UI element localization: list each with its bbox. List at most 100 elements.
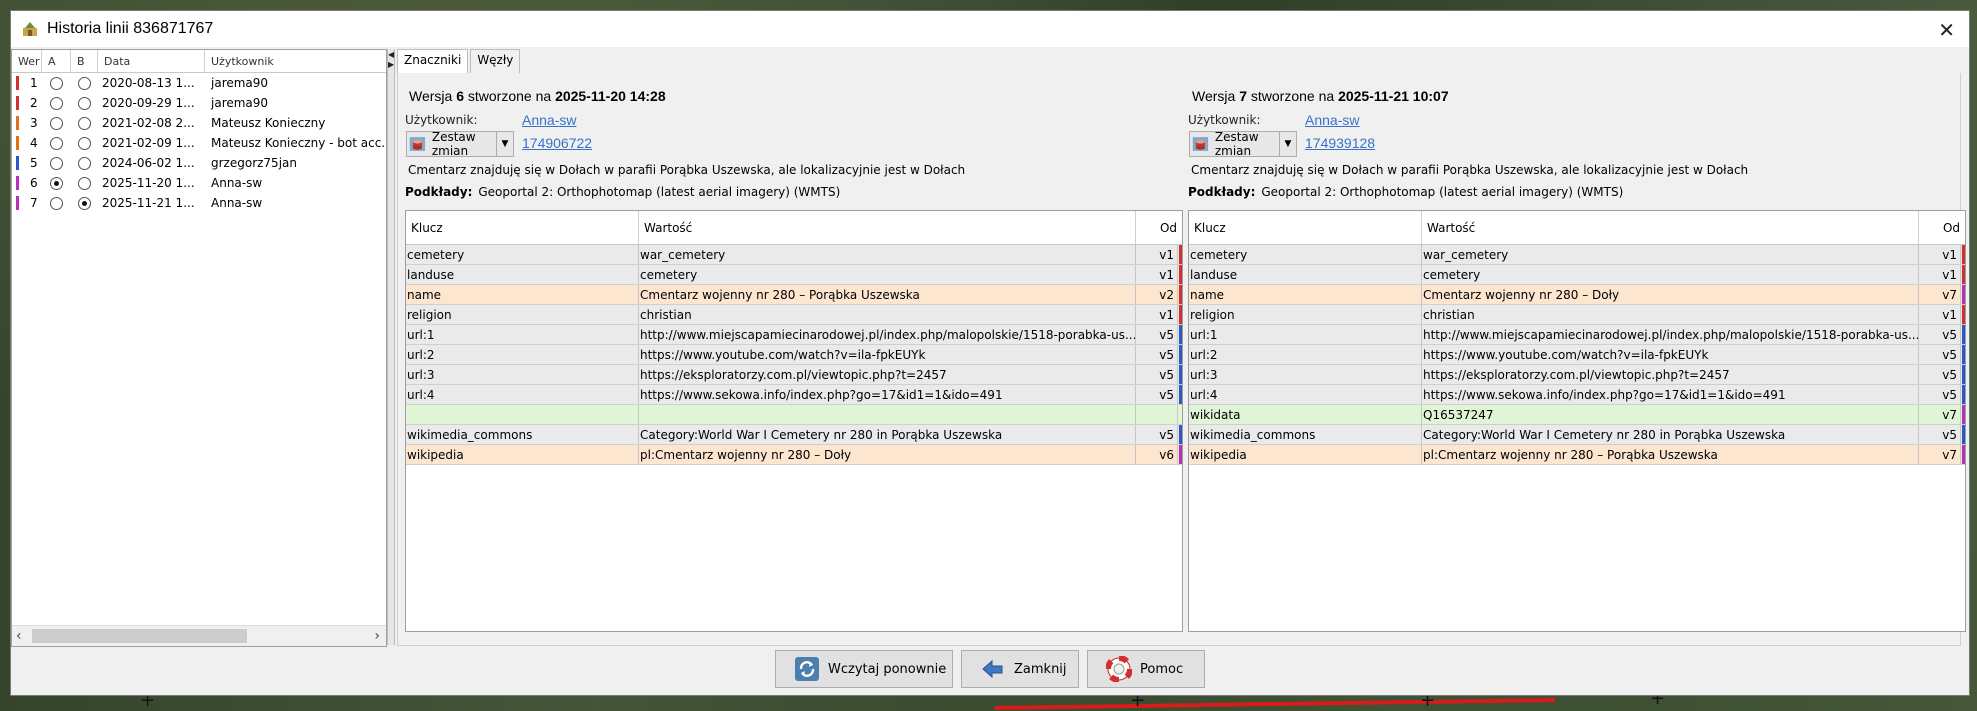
user-link[interactable]: Anna-sw	[1305, 112, 1359, 128]
scrollbar-thumb[interactable]	[32, 629, 247, 643]
history-row[interactable]: 2 2020-09-29 1... jarema90	[12, 93, 386, 113]
select-b-radio[interactable]	[78, 136, 91, 150]
tag-row[interactable]: wikipedia pl:Cmentarz wojenny nr 280 – Po…	[1189, 445, 1965, 465]
select-a-radio[interactable]	[50, 116, 63, 130]
history-row[interactable]: 7 2025-11-21 1... Anna-sw	[12, 193, 386, 213]
tag-value: Category:World War I Cemetery nr 280 in …	[639, 425, 1136, 444]
tag-row[interactable]: cemetery war_cemetery v1	[406, 245, 1182, 265]
imagery-info: Podkłady: Geoportal 2: Orthophotomap (lat…	[405, 185, 840, 199]
tag-key: landuse	[406, 265, 639, 284]
col-header-key[interactable]: Klucz	[406, 211, 639, 244]
tag-key: wikipedia	[406, 445, 639, 464]
tag-row[interactable]: url:1 http://www.miejscapamiecinarodowej.…	[1189, 325, 1965, 345]
scroll-left-icon[interactable]: ‹	[16, 628, 22, 644]
changeset-comment: Cmentarz znajduję się w Dołach w parafii…	[408, 163, 966, 177]
select-b-radio[interactable]	[78, 156, 91, 170]
col-header-since[interactable]: Od	[1919, 211, 1963, 244]
tag-row[interactable]: url:2 https://www.youtube.com/watch?v=ila…	[1189, 345, 1965, 365]
user-link[interactable]: Anna-sw	[522, 112, 576, 128]
version-color-marker	[16, 196, 19, 210]
tag-row[interactable]: religion christian v1	[406, 305, 1182, 325]
collapse-left-icon[interactable]: ◀	[388, 51, 394, 59]
tab-tags[interactable]: Znaczniki	[397, 49, 469, 73]
tag-row[interactable]: url:1 http://www.miejscapamiecinarodowej.…	[406, 325, 1182, 345]
history-row[interactable]: 6 2025-11-20 1... Anna-sw	[12, 173, 386, 193]
version-number: 6	[12, 176, 42, 190]
version-number: 6	[456, 88, 464, 104]
history-row[interactable]: 5 2024-06-02 1... grzegorz75jan	[12, 153, 386, 173]
select-a-radio[interactable]	[50, 176, 63, 190]
col-header-value[interactable]: Wartość	[1422, 211, 1919, 244]
reload-button[interactable]: Wczytaj ponownie	[775, 650, 953, 688]
tag-value: war_cemetery	[1422, 245, 1919, 264]
tag-key: url:3	[1189, 365, 1422, 384]
select-b-radio[interactable]	[78, 116, 91, 130]
tag-value: war_cemetery	[639, 245, 1136, 264]
history-table-header: Wer A B Data Użytkownik	[12, 50, 386, 73]
tag-row[interactable]: cemetery war_cemetery v1	[1189, 245, 1965, 265]
history-row[interactable]: 3 2021-02-08 2... Mateusz Konieczny	[12, 113, 386, 133]
tag-row[interactable]: wikidata Q16537247 v7	[1189, 405, 1965, 425]
select-b-radio[interactable]	[78, 176, 91, 190]
imagery-label: Podkłady:	[1188, 185, 1256, 199]
select-b-radio[interactable]	[78, 76, 91, 90]
changeset-id-link[interactable]: 174906722	[522, 135, 592, 151]
tag-row[interactable]: landuse cemetery v1	[1189, 265, 1965, 285]
select-b-radio[interactable]	[78, 96, 91, 110]
tag-value	[639, 405, 1136, 424]
col-header-since[interactable]: Od	[1136, 211, 1180, 244]
history-row[interactable]: 4 2021-02-09 1... Mateusz Konieczny - bot …	[12, 133, 386, 153]
chevron-down-icon[interactable]: ▼	[1279, 132, 1296, 156]
split-pane-divider[interactable]: ◀ ▶	[387, 49, 395, 645]
col-header-wer[interactable]: Wer	[12, 50, 42, 72]
tag-row[interactable]	[406, 405, 1182, 425]
select-a-radio[interactable]	[50, 136, 63, 150]
version-number: 2	[12, 96, 42, 110]
changeset-open[interactable]: Zestaw zmian	[1190, 130, 1279, 158]
radio-a-cell	[42, 96, 71, 110]
version-prefix: Wersja	[409, 88, 453, 104]
tag-since-version: v1	[1136, 305, 1178, 324]
col-header-a[interactable]: A	[42, 50, 71, 72]
help-button[interactable]: Pomoc	[1087, 650, 1205, 688]
horizontal-scrollbar[interactable]: ‹ ›	[12, 625, 386, 646]
select-a-radio[interactable]	[50, 76, 63, 90]
select-a-radio[interactable]	[50, 96, 63, 110]
tag-row[interactable]: wikipedia pl:Cmentarz wojenny nr 280 – Do…	[406, 445, 1182, 465]
col-header-key[interactable]: Klucz	[1189, 211, 1422, 244]
select-a-radio[interactable]	[50, 156, 63, 170]
tab-nodes[interactable]: Węzły	[470, 49, 521, 73]
tag-row[interactable]: name Cmentarz wojenny nr 280 – Porąbka Us…	[406, 285, 1182, 305]
radio-b-cell	[71, 156, 98, 170]
changeset-id-link[interactable]: 174939128	[1305, 135, 1375, 151]
tag-row[interactable]: wikimedia_commons Category:World War I Ce…	[406, 425, 1182, 445]
version-title: Wersja 6 stworzone na 2025-11-20 14:28	[409, 88, 666, 104]
col-header-b[interactable]: B	[71, 50, 98, 72]
tag-row[interactable]: url:2 https://www.youtube.com/watch?v=ila…	[406, 345, 1182, 365]
tag-row[interactable]: url:3 https://eksploratorzy.com.pl/viewto…	[406, 365, 1182, 385]
tag-row[interactable]: url:3 https://eksploratorzy.com.pl/viewto…	[1189, 365, 1965, 385]
tag-row[interactable]: wikimedia_commons Category:World War I Ce…	[1189, 425, 1965, 445]
changeset-open[interactable]: Zestaw zmian	[407, 130, 496, 158]
select-b-radio[interactable]	[78, 196, 91, 210]
tag-row[interactable]: url:4 https://www.sekowa.info/index.php?g…	[406, 385, 1182, 405]
tag-value: https://www.youtube.com/watch?v=ila-fpkE…	[639, 345, 1136, 364]
help-label: Pomoc	[1140, 661, 1184, 677]
tag-value: https://www.sekowa.info/index.php?go=17&…	[639, 385, 1136, 404]
chevron-down-icon[interactable]: ▼	[496, 132, 513, 156]
scroll-right-icon[interactable]: ›	[374, 628, 380, 644]
col-header-user[interactable]: Użytkownik	[205, 50, 386, 72]
expand-right-icon[interactable]: ▶	[388, 61, 394, 69]
col-header-value[interactable]: Wartość	[639, 211, 1136, 244]
tag-row[interactable]: url:4 https://www.sekowa.info/index.php?g…	[1189, 385, 1965, 405]
close-button[interactable]: Zamknij	[961, 650, 1079, 688]
tag-value: Q16537247	[1422, 405, 1919, 424]
col-header-data[interactable]: Data	[98, 50, 205, 72]
tag-row[interactable]: religion christian v1	[1189, 305, 1965, 325]
version-date: 2025-11-20 1...	[102, 176, 195, 190]
select-a-radio[interactable]	[50, 196, 63, 210]
tag-row[interactable]: name Cmentarz wojenny nr 280 – Doły v7	[1189, 285, 1965, 305]
history-row[interactable]: 1 2020-08-13 1... jarema90	[12, 73, 386, 93]
tag-row[interactable]: landuse cemetery v1	[406, 265, 1182, 285]
close-window-icon[interactable]: ✕	[1938, 18, 1955, 42]
